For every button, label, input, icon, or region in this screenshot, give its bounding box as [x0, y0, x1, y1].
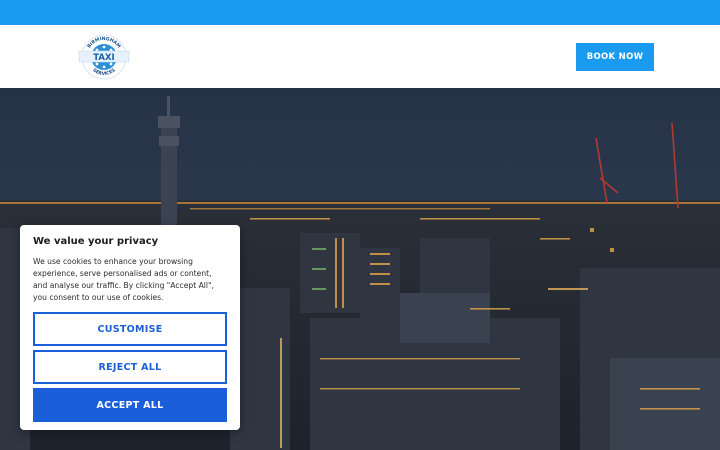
cookie-dialog-title: We value your privacy: [33, 236, 159, 247]
accept-all-button[interactable]: ACCEPT ALL: [33, 388, 227, 422]
top-accent-bar: [0, 0, 720, 25]
site-logo[interactable]: TAXI BIRMINGHAM SERVICES: [75, 31, 133, 83]
book-now-button[interactable]: BOOK NOW: [576, 43, 654, 71]
site-header: TAXI BIRMINGHAM SERVICES BOOK NOW: [0, 25, 720, 88]
taxi-badge-logo-icon: TAXI BIRMINGHAM SERVICES: [78, 34, 130, 80]
cookie-dialog-text: We use cookies to enhance your browsing …: [33, 257, 214, 302]
reject-all-button[interactable]: REJECT ALL: [33, 350, 227, 384]
logo-center-text: TAXI: [93, 53, 114, 63]
customise-button[interactable]: CUSTOMISE: [33, 312, 227, 346]
cookie-consent-dialog: We value your privacy We use cookies to …: [20, 225, 240, 430]
